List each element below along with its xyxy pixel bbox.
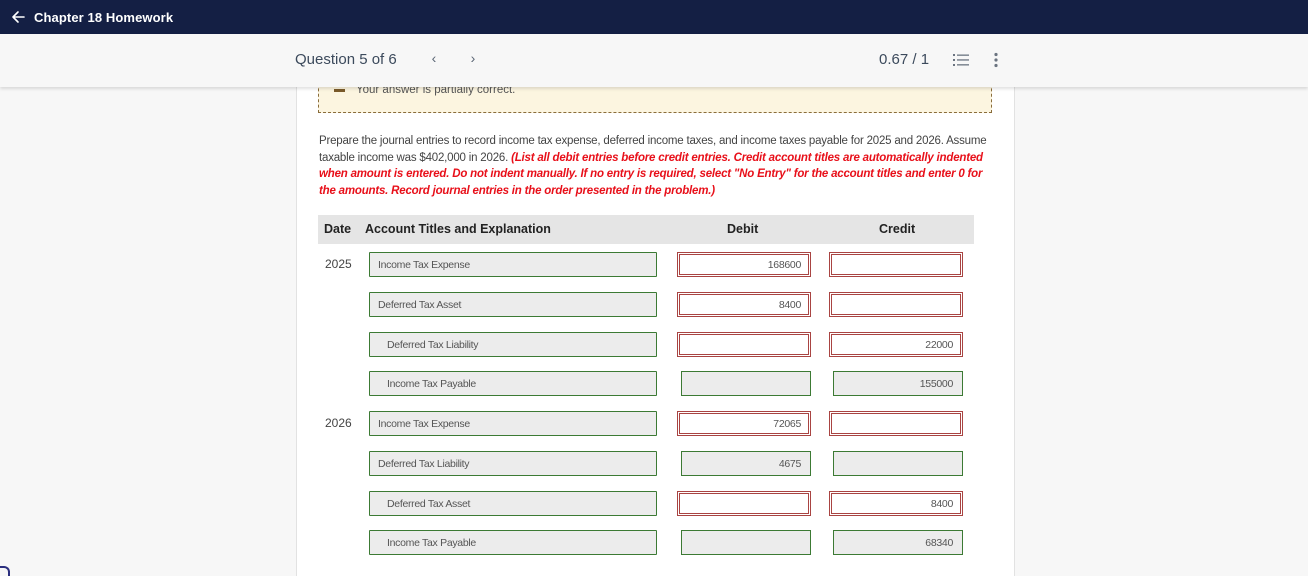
account-title-field[interactable]: Deferred Tax Asset bbox=[369, 491, 657, 516]
table-row: Deferred Tax Liability 4675 bbox=[297, 451, 1016, 477]
table-row: Deferred Tax Asset 8400 bbox=[297, 292, 1016, 318]
credit-amount-field[interactable] bbox=[829, 292, 963, 317]
account-title-field[interactable]: Deferred Tax Liability bbox=[369, 332, 657, 357]
header-account: Account Titles and Explanation bbox=[365, 222, 551, 236]
entry-date: 2026 bbox=[325, 416, 352, 430]
debit-amount-field[interactable]: 4675 bbox=[681, 451, 811, 476]
question-counter: Question 5 of 6 bbox=[295, 51, 397, 68]
debit-amount-field[interactable] bbox=[677, 332, 811, 357]
debit-amount-field[interactable] bbox=[677, 491, 811, 516]
credit-amount-field[interactable]: 22000 bbox=[829, 332, 963, 357]
credit-amount-field[interactable] bbox=[833, 451, 963, 476]
account-title-field[interactable]: Income Tax Payable bbox=[369, 530, 657, 555]
question-navigation-bar: Question 5 of 6 ‹ › 0.67 / 1 bbox=[0, 34, 1308, 87]
numbered-list-icon[interactable] bbox=[953, 53, 969, 67]
assignment-title[interactable]: Chapter 18 Homework bbox=[34, 10, 173, 25]
header-debit: Debit bbox=[727, 222, 759, 236]
table-row: 2025 Income Tax Expense 168600 bbox=[297, 252, 1016, 278]
partial-correct-banner: Your answer is partially correct. bbox=[318, 83, 992, 113]
credit-amount-field[interactable]: 155000 bbox=[833, 371, 963, 396]
question-content: Your answer is partially correct. Prepar… bbox=[296, 83, 1016, 576]
corner-widget-icon bbox=[0, 566, 10, 576]
header-credit: Credit bbox=[879, 222, 916, 236]
top-nav-bar: Chapter 18 Homework bbox=[0, 0, 1308, 34]
credit-amount-field[interactable]: 68340 bbox=[833, 530, 963, 555]
debit-amount-field[interactable] bbox=[681, 371, 811, 396]
debit-amount-field[interactable]: 8400 bbox=[677, 292, 811, 317]
table-row: Deferred Tax Asset 8400 bbox=[297, 491, 1016, 517]
table-row: Deferred Tax Liability 22000 bbox=[297, 332, 1016, 358]
table-row: Income Tax Payable 155000 bbox=[297, 371, 1016, 397]
debit-amount-field[interactable] bbox=[681, 530, 811, 555]
credit-amount-field[interactable] bbox=[829, 252, 963, 277]
question-score: 0.67 / 1 bbox=[879, 51, 930, 68]
account-title-field[interactable]: Income Tax Payable bbox=[369, 371, 657, 396]
entry-date: 2025 bbox=[325, 257, 352, 271]
account-title-field[interactable]: Income Tax Expense bbox=[369, 252, 657, 277]
credit-amount-field[interactable] bbox=[829, 411, 963, 436]
journal-table-header: Date Account Titles and Explanation Debi… bbox=[318, 215, 974, 244]
debit-amount-field[interactable]: 168600 bbox=[677, 252, 811, 277]
more-vertical-icon[interactable] bbox=[993, 52, 999, 68]
header-date: Date bbox=[324, 222, 352, 236]
credit-amount-field[interactable]: 8400 bbox=[829, 491, 963, 516]
chevron-left-icon[interactable]: ‹ bbox=[427, 50, 441, 66]
debit-amount-field[interactable]: 72065 bbox=[677, 411, 811, 436]
partial-dash-icon bbox=[334, 89, 345, 92]
question-prompt: Prepare the journal entries to record in… bbox=[319, 133, 999, 199]
account-title-field[interactable]: Income Tax Expense bbox=[369, 411, 657, 436]
account-title-field[interactable]: Deferred Tax Liability bbox=[369, 451, 657, 476]
chevron-right-icon[interactable]: › bbox=[466, 50, 480, 66]
account-title-field[interactable]: Deferred Tax Asset bbox=[369, 292, 657, 317]
table-row: Income Tax Payable 68340 bbox=[297, 530, 1016, 556]
table-row: 2026 Income Tax Expense 72065 bbox=[297, 411, 1016, 437]
arrow-left-icon[interactable] bbox=[10, 9, 26, 25]
